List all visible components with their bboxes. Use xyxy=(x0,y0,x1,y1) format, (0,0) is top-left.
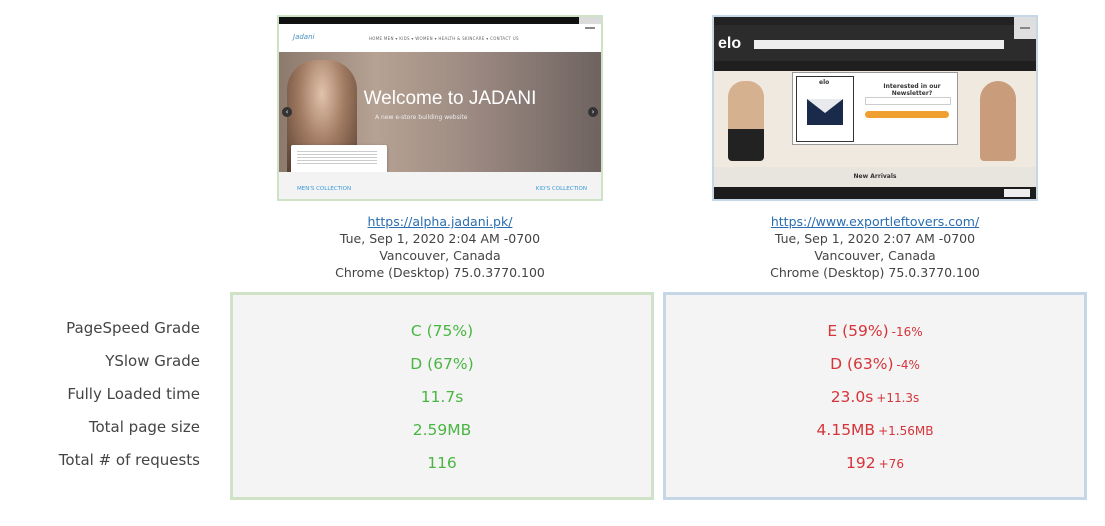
hero-subtitle: A new e-store building website xyxy=(375,114,468,121)
report-url-link[interactable]: https://alpha.jadani.pk/ xyxy=(277,213,603,230)
modal-title: Interested in our Newsletter? xyxy=(883,83,941,97)
fully-loaded-delta: +11.3s xyxy=(876,391,920,405)
report-date: Tue, Sep 1, 2020 2:07 AM -0700 xyxy=(774,231,976,246)
mens-collection-label: MEN'S COLLECTION xyxy=(297,186,352,192)
support-badge xyxy=(1004,189,1030,197)
site-search-bar xyxy=(754,40,1004,49)
chevron-left-icon: ‹ xyxy=(282,107,292,117)
fully-loaded-value: 23.0s xyxy=(830,388,874,406)
minimize-icon xyxy=(1014,17,1036,39)
metrics-box-left: C (75%) D (67%) 11.7s 2.59MB 116 xyxy=(230,292,654,500)
label-yslow: YSlow Grade xyxy=(105,352,200,370)
yslow-row: D (63%) -4% xyxy=(666,348,1084,381)
top-bar xyxy=(279,17,601,24)
top-bar xyxy=(714,17,1036,25)
cookie-text xyxy=(297,151,377,165)
requests-row: 192 +76 xyxy=(666,447,1084,480)
female-model-image xyxy=(980,81,1016,161)
report-browser: Chrome (Desktop) 75.0.3770.100 xyxy=(770,265,980,280)
report-column-left: Jadani HOME MEN ▾ KIDS ▾ WOMEN ▾ HEALTH … xyxy=(277,15,603,281)
envelope-icon xyxy=(807,99,843,125)
yslow-delta: -4% xyxy=(896,358,920,372)
page-size-row: 4.15MB +1.56MB xyxy=(666,414,1084,447)
pagespeed-value: E (59%) xyxy=(827,322,889,340)
requests-delta: +76 xyxy=(878,457,904,471)
newsletter-image: elo xyxy=(796,76,854,142)
hero-title: Welcome to JADANI xyxy=(363,88,537,109)
page-size-delta: +1.56MB xyxy=(878,424,934,438)
newsletter-modal: elo Interested in our Newsletter? xyxy=(792,72,958,145)
screenshot-thumbnail-jadani[interactable]: Jadani HOME MEN ▾ KIDS ▾ WOMEN ▾ HEALTH … xyxy=(277,15,603,201)
metric-labels: PageSpeed Grade YSlow Grade Fully Loaded… xyxy=(0,312,200,477)
site-header: elo xyxy=(714,25,1036,61)
site-nav: Jadani HOME MEN ▾ KIDS ▾ WOMEN ▾ HEALTH … xyxy=(279,24,601,53)
report-date: Tue, Sep 1, 2020 2:04 AM -0700 xyxy=(339,231,541,246)
site-menu: HOME MEN ▾ KIDS ▾ WOMEN ▾ HEALTH & SKINC… xyxy=(369,36,519,41)
report-url-link[interactable]: https://www.exportleftovers.com/ xyxy=(712,213,1038,230)
site-logo: elo xyxy=(718,35,742,52)
chevron-right-icon: › xyxy=(588,107,598,117)
label-pagespeed: PageSpeed Grade xyxy=(66,319,200,337)
report-location: Vancouver, Canada xyxy=(814,248,936,263)
label-requests: Total # of requests xyxy=(58,451,200,469)
modal-signup-button xyxy=(865,111,949,118)
fully-loaded-row: 23.0s +11.3s xyxy=(666,381,1084,414)
modal-brand: elo xyxy=(819,79,830,86)
minimize-icon xyxy=(579,17,601,39)
label-fully-loaded: Fully Loaded time xyxy=(67,385,200,403)
report-meta-right: https://www.exportleftovers.com/ Tue, Se… xyxy=(712,213,1038,281)
metrics-box-right: E (59%) -16% D (63%) -4% 23.0s +11.3s 4.15M… xyxy=(663,292,1087,500)
report-meta-left: https://alpha.jadani.pk/ Tue, Sep 1, 202… xyxy=(277,213,603,281)
new-arrivals-heading: New Arrivals xyxy=(714,167,1036,187)
pagespeed-row: E (59%) -16% xyxy=(666,315,1084,348)
kids-collection-label: KID'S COLLECTION xyxy=(535,186,587,192)
yslow-value: D (63%) xyxy=(830,355,894,373)
collection-strip: MEN'S COLLECTION KID'S COLLECTION xyxy=(279,172,601,199)
site-logo: Jadani xyxy=(293,33,315,41)
yslow-value: D (67%) xyxy=(410,355,474,373)
page-size-value: 4.15MB xyxy=(816,421,876,439)
male-model-image xyxy=(728,81,764,161)
fully-loaded-value: 11.7s xyxy=(420,388,464,406)
report-column-right: elo elo Interested in our Newsletter? Ne… xyxy=(712,15,1038,281)
modal-email-input xyxy=(865,97,951,105)
requests-value: 116 xyxy=(427,454,457,472)
site-nav xyxy=(714,61,1036,71)
pagespeed-delta: -16% xyxy=(891,325,923,339)
page-size-value: 2.59MB xyxy=(412,421,472,439)
screenshot-thumbnail-exportleftovers[interactable]: elo elo Interested in our Newsletter? Ne… xyxy=(712,15,1038,201)
site-footer xyxy=(714,187,1036,199)
report-browser: Chrome (Desktop) 75.0.3770.100 xyxy=(335,265,545,280)
requests-value: 192 xyxy=(846,454,876,472)
pagespeed-value: C (75%) xyxy=(410,322,474,340)
label-page-size: Total page size xyxy=(88,418,200,436)
report-location: Vancouver, Canada xyxy=(379,248,501,263)
